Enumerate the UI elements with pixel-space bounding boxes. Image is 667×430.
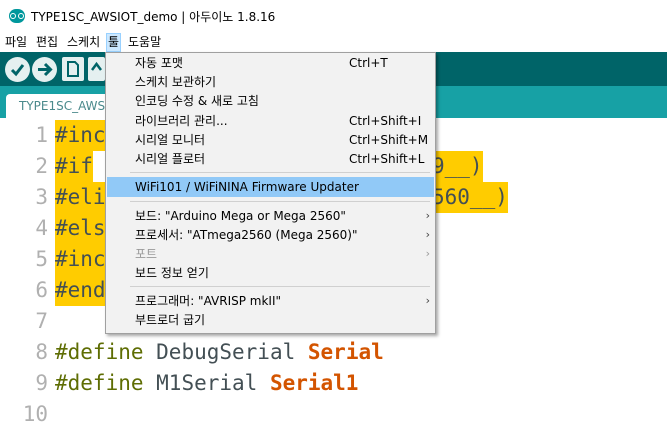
menu-sketch[interactable]: 스케치 [66,34,101,51]
identifier: DebugSerial [143,340,308,364]
open-button[interactable] [88,57,105,81]
menu-item-label: 프로세서: "ATmega2560 (Mega 2560)" [135,228,358,242]
line-number: 5 [35,247,48,271]
serial-keyword: Serial1 [269,371,359,395]
menu-item-shortcut: Ctrl+Shift+M [349,133,429,147]
identifier: M1Serial [143,371,270,395]
open-icon [91,61,102,71]
menu-item-label: 자동 포맷 [135,56,183,70]
line-number: 9 [35,371,48,395]
menu-item-burn-bootloader[interactable]: 부트로더 굽기 [107,310,434,330]
menu-item-shortcut: Ctrl+T [349,56,388,70]
submenu-arrow-icon: › [425,228,430,241]
new-button[interactable] [62,57,84,81]
arduino-logo-icon [9,9,25,23]
submenu-arrow-icon: › [425,247,430,260]
menu-item-label: 라이브러리 관리... [135,114,228,128]
code-text-tail: 560__) [432,182,508,213]
line-number: 6 [35,278,48,302]
menu-item-label: 인코딩 수정 & 새로 고침 [135,94,259,108]
code-line: 8 #define DebugSerial Serial [0,337,667,368]
new-icon [67,61,79,77]
upload-button[interactable] [32,57,57,82]
code-text: #define DebugSerial Serial [55,337,384,368]
code-text: #define M1Serial Serial1 [55,368,358,399]
menu-item-shortcut: Ctrl+Shift+L [349,152,425,166]
menu-item-label: 시리얼 플로터 [135,152,206,166]
menu-item-manage-libraries[interactable]: 라이브러리 관리... Ctrl+Shift+I [107,111,434,131]
menu-item-shortcut: Ctrl+Shift+I [349,114,422,128]
menu-item-auto-format[interactable]: 자동 포맷 Ctrl+T [107,53,434,73]
menu-item-processor[interactable]: 프로세서: "ATmega2560 (Mega 2560)" › [107,225,434,245]
code-text: #if [55,151,93,182]
code-text: #end [55,275,106,306]
menu-tools[interactable]: 툴 [106,33,122,52]
code-text: #eli [55,182,106,213]
menu-file[interactable]: 파일 [4,34,28,51]
line-number: 1 [35,123,48,147]
menu-item-board[interactable]: 보드: "Arduino Mega or Mega 2560" › [107,206,434,226]
code-text: #inc [55,244,106,275]
define-keyword: #define [55,340,144,364]
line-number: 10 [22,402,48,426]
menu-item-archive-sketch[interactable]: 스케치 보관하기 [107,72,434,92]
menu-item-label: 보드 정보 얻기 [135,266,209,280]
menu-item-label: 보드: "Arduino Mega or Mega 2560" [135,209,346,223]
line-number: 3 [35,185,48,209]
menu-item-label: WiFi101 / WiFiNINA Firmware Updater [135,180,359,194]
menu-item-serial-plotter[interactable]: 시리얼 플로터 Ctrl+Shift+L [107,149,434,169]
line-number: 7 [35,309,48,333]
menu-item-label: 시리얼 모니터 [135,133,206,147]
code-text: #inc [55,120,106,151]
menu-item-serial-monitor[interactable]: 시리얼 모니터 Ctrl+Shift+M [107,130,434,150]
verify-icon [10,64,25,77]
menu-item-label: 스케치 보관하기 [135,75,217,89]
code-text-tail: 9__) [432,151,483,182]
serial-keyword: Serial [307,340,384,364]
tools-dropdown-menu: 자동 포맷 Ctrl+T 스케치 보관하기 인코딩 수정 & 새로 고침 라이브… [105,52,436,334]
title-bar: TYPE1SC_AWSIOT_demo | 아두이노 1.8.16 [0,0,667,32]
menu-item-port: 포트 › [107,244,434,264]
menu-item-label: 포트 [135,247,158,261]
line-number: 8 [35,340,48,364]
code-line: 10 [0,399,667,430]
menu-item-board-info[interactable]: 보드 정보 얻기 [107,263,434,283]
menu-separator [130,201,430,202]
line-number: 2 [35,154,48,178]
menu-item-label: 프로그래머: "AVRISP mkII" [135,294,282,308]
menu-help[interactable]: 도움말 [127,34,162,51]
line-number: 4 [35,216,48,240]
menu-bar: 파일 편집 스케치 툴 도움말 [0,32,667,52]
menu-item-label: 부트로더 굽기 [135,313,206,327]
menu-item-programmer[interactable]: 프로그래머: "AVRISP mkII" › [107,291,434,311]
code-line: 9 #define M1Serial Serial1 [0,368,667,399]
window-title: TYPE1SC_AWSIOT_demo | 아두이노 1.8.16 [31,10,276,24]
define-keyword: #define [55,371,144,395]
upload-icon [38,62,53,77]
menu-separator [130,172,430,173]
menu-edit[interactable]: 편집 [35,34,59,51]
menu-item-fix-encoding[interactable]: 인코딩 수정 & 새로 고침 [107,91,434,111]
submenu-arrow-icon: › [425,294,430,307]
verify-button[interactable] [5,57,30,82]
code-text: #els [55,213,106,244]
tab-sketch[interactable]: TYPE1SC_AWSIOT [6,94,125,118]
menu-separator [130,286,430,287]
submenu-arrow-icon: › [425,209,430,222]
menu-item-firmware-updater[interactable]: WiFi101 / WiFiNINA Firmware Updater [107,177,434,197]
